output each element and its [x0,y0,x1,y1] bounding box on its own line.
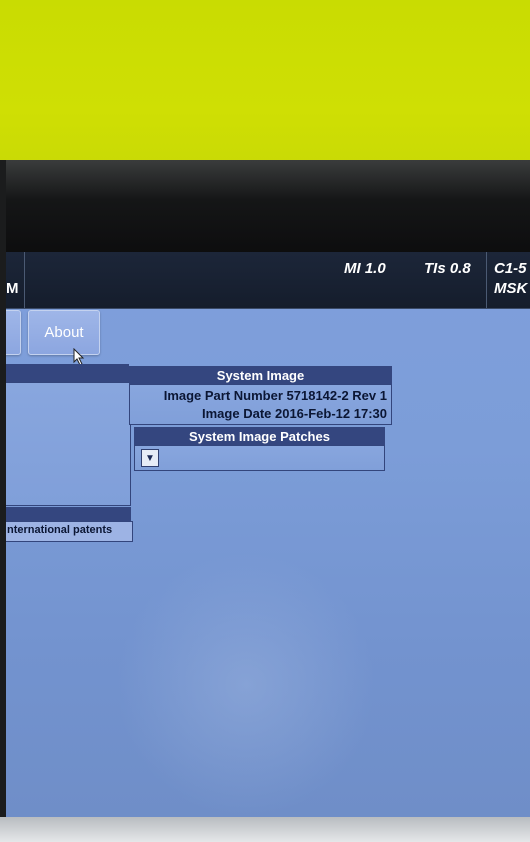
previous-tab-button[interactable] [6,310,21,355]
image-date: Image Date 2016-Feb-12 17:30 [202,406,387,421]
screen-reflection [116,552,376,817]
patches-dropdown[interactable]: ▼ [134,445,385,471]
system-image-body: Image Part Number 5718142-2 Rev 1 Image … [129,384,392,425]
thermal-index: TIs 0.8 [424,260,471,277]
left-panel-subheader [6,507,131,521]
monitor-bezel [0,160,530,260]
image-part-number: Image Part Number 5718142-2 Rev 1 [163,388,387,403]
patents-row: nternational patents [6,521,133,542]
chevron-down-icon[interactable]: ▼ [141,449,159,467]
left-panel-header [6,364,129,382]
status-bar: M MI 1.0 TIs 0.8 C1-5 MSK [6,252,530,309]
status-divider [24,252,25,308]
monitor-bottom-edge [0,817,530,842]
left-panel-body [6,382,131,506]
status-divider [486,252,487,308]
probe-name[interactable]: C1-5 [494,260,527,277]
background-wall [0,0,530,185]
system-image-patches-header: System Image Patches [134,427,385,445]
ultrasound-screen: M MI 1.0 TIs 0.8 C1-5 MSK About nternati… [6,252,530,817]
patents-label: nternational patents [7,524,113,536]
system-image-header: System Image [129,366,392,384]
status-left-label: M [6,280,19,297]
mechanical-index: MI 1.0 [344,260,386,277]
preset-name[interactable]: MSK [494,280,527,297]
about-button[interactable]: About [28,310,100,355]
